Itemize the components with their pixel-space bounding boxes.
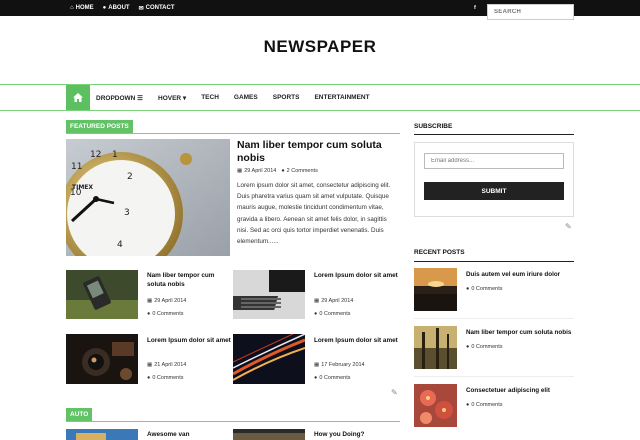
- top-link-home[interactable]: ⌂ HOME: [70, 5, 94, 11]
- user-icon: ●: [102, 5, 107, 11]
- tools-icon[interactable]: ✎: [391, 388, 398, 397]
- nav-home-button[interactable]: [66, 85, 90, 110]
- calendar-icon: ▦: [237, 168, 243, 174]
- recent-thumbnail-flowers[interactable]: [414, 384, 457, 427]
- facebook-icon[interactable]: f: [474, 5, 476, 11]
- recent-thumbnail-sunset[interactable]: [414, 268, 457, 311]
- grid-post-comments-3: ● 0 Comments: [147, 375, 184, 381]
- nav-item-hover[interactable]: HOVER ▾: [158, 94, 186, 102]
- featured-post-title[interactable]: Nam liber tempor cum soluta nobis: [237, 139, 397, 166]
- post-thumbnail-keyboard[interactable]: [233, 270, 305, 319]
- divider: [414, 318, 574, 319]
- submit-button[interactable]: SUBMIT: [424, 182, 564, 200]
- comment-icon: ●: [147, 311, 151, 317]
- featured-post-meta: ▦ 29 April 2014 ● 2 Comments: [237, 168, 318, 174]
- calendar-icon: ▦: [147, 298, 153, 304]
- post-thumbnail-van[interactable]: [66, 428, 138, 440]
- search-input[interactable]: [487, 4, 574, 20]
- grid-post-title-4[interactable]: Lorem Ipsum dolor sit amet: [314, 337, 399, 346]
- comment-icon: ●: [147, 375, 151, 381]
- heading-underline: [414, 261, 574, 262]
- recent-post-comments-3: ● 0 Comments: [466, 402, 503, 408]
- recent-thumbnail-forest[interactable]: [414, 326, 457, 369]
- recent-post-title-3[interactable]: Consectetuer adipiscing elit: [466, 387, 574, 396]
- grid-post-title-1[interactable]: Nam liber tempor cum soluta nobis: [147, 272, 232, 289]
- comment-icon: ●: [314, 375, 318, 381]
- divider: [414, 376, 574, 377]
- comment-icon: ●: [466, 286, 470, 292]
- recent-post-comments-2: ● 0 Comments: [466, 344, 503, 350]
- home-icon: ⌂: [70, 5, 74, 11]
- nav-item-tech[interactable]: TECH: [201, 94, 219, 101]
- nav-item-entertainment[interactable]: ENTERTAINMENT: [314, 94, 369, 101]
- grid-post-date-1: ▦ 29 April 2014: [147, 298, 187, 304]
- featured-post-excerpt: Lorem ipsum dolor sit amet, consectetur …: [237, 182, 391, 246]
- grid-post-date-3: ▦ 21 April 2014: [147, 362, 187, 368]
- top-link-about[interactable]: ● ABOUT: [103, 5, 130, 11]
- calendar-icon: ▦: [314, 298, 320, 304]
- comment-icon: ●: [466, 344, 470, 350]
- calendar-icon: ▦: [147, 362, 153, 368]
- grid-post-date-2: ▦ 29 April 2014: [314, 298, 354, 304]
- top-nav: ⌂ HOME ● ABOUT ✉ CONTACT: [70, 0, 184, 16]
- auto-label: AUTO: [66, 408, 93, 421]
- svg-text:4: 4: [117, 240, 123, 250]
- recent-post-comments-1: ● 0 Comments: [466, 286, 503, 292]
- nav-item-dropdown[interactable]: DROPDOWN ☰: [96, 94, 143, 102]
- grid-post-comments-1: ● 0 Comments: [147, 311, 184, 317]
- heading-underline: [414, 134, 574, 135]
- post-thumbnail-city-lights[interactable]: [233, 334, 305, 384]
- svg-text:1: 1: [112, 150, 118, 160]
- site-logo[interactable]: NEWSPAPER: [0, 37, 640, 57]
- svg-text:12: 12: [90, 150, 101, 160]
- grid-post-date-4: ▦ 17 February 2014: [314, 362, 365, 368]
- featured-posts-label: FEATURED POSTS: [66, 120, 133, 133]
- comment-icon: ●: [281, 168, 285, 174]
- envelope-icon: ✉: [138, 5, 144, 12]
- featured-image-clock[interactable]: 11 12 1 10 2 34 TIMEX: [66, 139, 230, 256]
- nav-item-games[interactable]: GAMES: [234, 94, 258, 101]
- comment-icon: ●: [314, 311, 318, 317]
- subscribe-heading: SUBSCRIBE: [414, 123, 453, 130]
- calendar-icon: ▦: [314, 362, 320, 368]
- svg-text:11: 11: [71, 162, 82, 172]
- email-field[interactable]: [424, 153, 564, 169]
- post-thumbnail-car[interactable]: [233, 428, 305, 440]
- nav-item-sports[interactable]: SPORTS: [273, 94, 300, 101]
- grid-post-title-3[interactable]: Lorem Ipsum dolor sit amet: [147, 337, 232, 346]
- recent-posts-heading: RECENT POSTS: [414, 249, 465, 256]
- section-divider: [66, 133, 400, 134]
- grid-post-comments-4: ● 0 Comments: [314, 375, 351, 381]
- auto-post-title-2[interactable]: How you Doing?: [314, 431, 399, 440]
- svg-text:3: 3: [124, 208, 130, 218]
- section-divider: [66, 421, 400, 422]
- auto-post-title-1[interactable]: Awesome van: [147, 431, 232, 440]
- comment-icon: ●: [466, 402, 470, 408]
- grid-post-comments-2: ● 0 Comments: [314, 311, 351, 317]
- svg-text:2: 2: [127, 172, 133, 182]
- top-link-contact[interactable]: ✉ CONTACT: [139, 5, 175, 12]
- grid-post-title-2[interactable]: Lorem Ipsum dolor sit amet: [314, 272, 399, 281]
- recent-post-title-1[interactable]: Duis autem vel eum iriure dolor: [466, 271, 574, 280]
- home-icon: [73, 93, 83, 102]
- recent-post-title-2[interactable]: Nam liber tempor cum soluta nobis: [466, 329, 574, 338]
- post-thumbnail-camera[interactable]: [66, 334, 138, 384]
- main-nav: DROPDOWN ☰ HOVER ▾ TECH GAMES SPORTS ENT…: [0, 84, 640, 111]
- post-thumbnail-phone[interactable]: [66, 270, 138, 319]
- tools-icon[interactable]: ✎: [565, 222, 572, 231]
- svg-text:TIMEX: TIMEX: [72, 184, 93, 191]
